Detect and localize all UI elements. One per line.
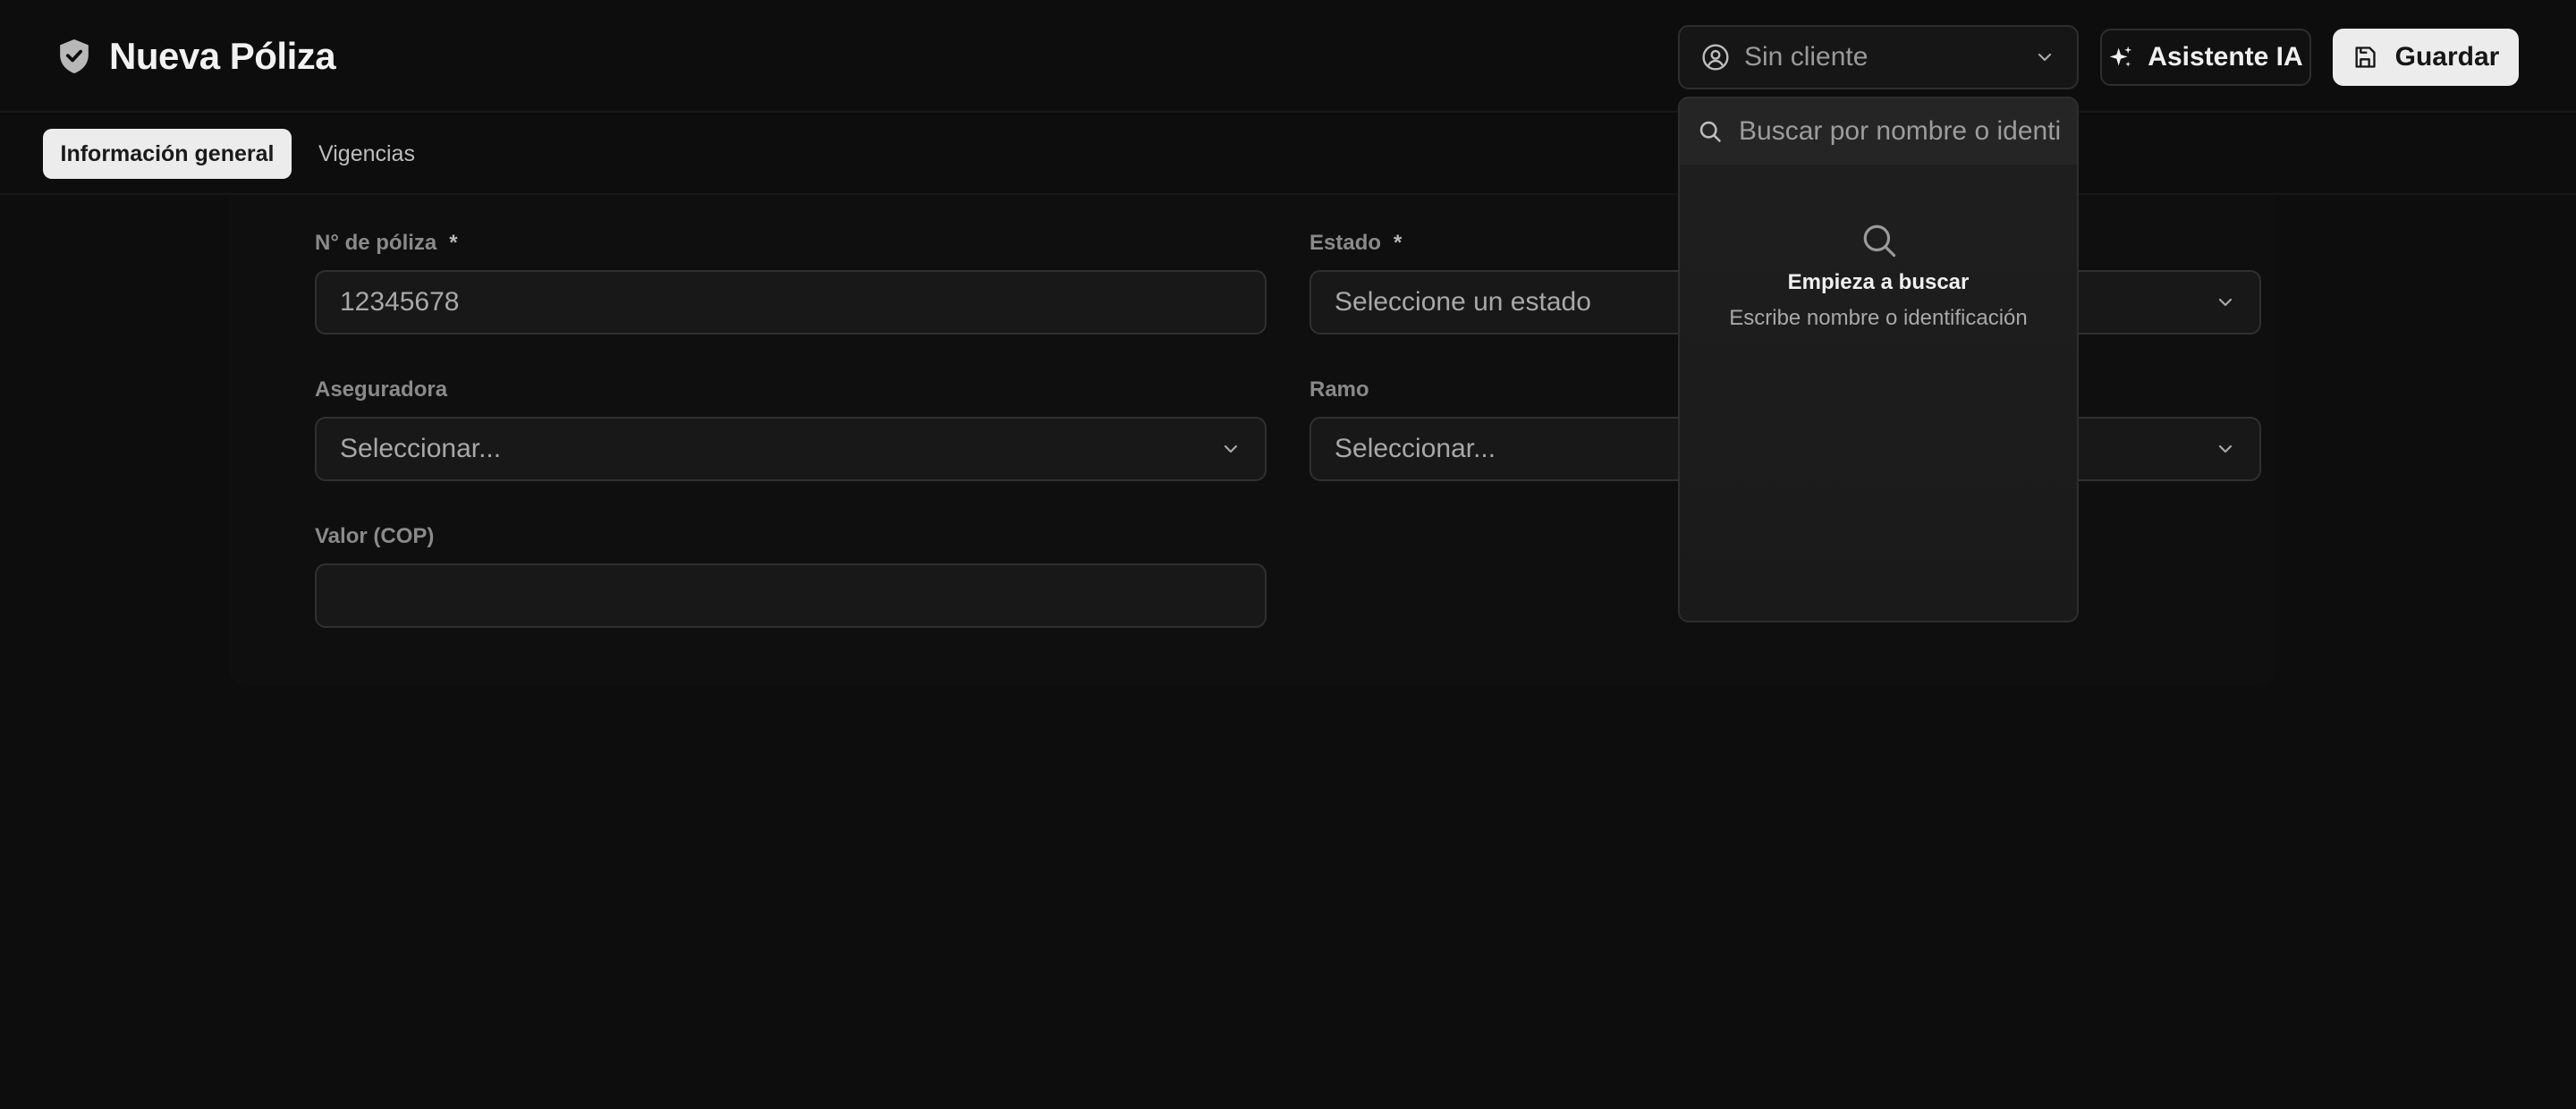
search-icon: [1699, 121, 1721, 142]
empty-state-title: Empieza a buscar: [1787, 270, 1970, 294]
user-circle-icon: [1702, 44, 1729, 71]
status-label: Estado *: [1309, 231, 1402, 256]
save-icon: [2355, 47, 2376, 68]
required-mark: *: [1394, 231, 1402, 255]
chevron-down-icon: [1224, 444, 1238, 453]
chevron-down-icon: [2218, 444, 2233, 453]
brand: Nueva Póliza: [57, 34, 336, 79]
ai-assistant-label: Asistente IA: [2148, 42, 2303, 72]
required-mark: *: [449, 231, 458, 255]
ai-assistant-button[interactable]: Asistente IA: [2100, 29, 2311, 86]
chevron-down-icon: [2218, 298, 2233, 307]
policy-number-input[interactable]: 12345678: [315, 270, 1267, 334]
insurer-select[interactable]: Seleccionar...: [315, 417, 1267, 481]
insurer-label: Aseguradora: [315, 377, 448, 402]
amount-input[interactable]: [315, 563, 1267, 628]
policy-number-label-text: N° de póliza: [315, 231, 437, 255]
empty-state-subtitle: Escribe nombre o identificación: [1729, 306, 2028, 330]
save-label: Guardar: [2394, 42, 2500, 72]
page-title: Nueva Póliza: [109, 35, 336, 77]
status-label-text: Estado: [1309, 231, 1382, 255]
save-button[interactable]: Guardar: [2333, 29, 2519, 86]
amount-label: Valor (COP): [315, 524, 435, 548]
tab-general-info[interactable]: Información general: [43, 129, 292, 179]
top-bar: Nueva Póliza Sin cliente Asistente IA Gu…: [0, 0, 2576, 113]
policy-number-value: 12345678: [340, 287, 460, 317]
client-search-bar: [1680, 98, 2077, 165]
client-search-input[interactable]: [1739, 116, 2061, 147]
tab-bar: Información general Vigencias: [0, 113, 2576, 195]
client-search-dropdown: Empieza a buscar Escribe nombre o identi…: [1678, 97, 2079, 622]
chevron-down-icon: [2038, 53, 2052, 62]
insurer-select-value: Seleccionar...: [340, 434, 502, 463]
branch-label: Ramo: [1309, 377, 1369, 402]
shield-icon: [60, 39, 89, 73]
sparkles-icon: [2110, 46, 2132, 67]
tab-vigencias[interactable]: Vigencias: [297, 129, 436, 179]
client-select-value: Sin cliente: [1744, 42, 1868, 72]
client-select[interactable]: Sin cliente: [1678, 25, 2079, 89]
policy-number-label: N° de póliza *: [315, 231, 458, 256]
search-icon: [1863, 224, 1896, 258]
